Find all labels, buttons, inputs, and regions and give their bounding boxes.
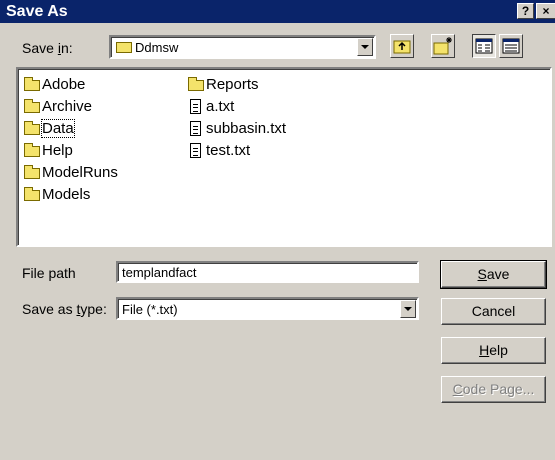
item-label: Data xyxy=(41,119,75,138)
folder-icon xyxy=(24,99,40,113)
folder-icon xyxy=(24,187,40,201)
list-item[interactable]: Archive xyxy=(22,98,92,116)
help-button[interactable]: Help xyxy=(441,337,546,364)
up-one-level-icon xyxy=(393,40,411,54)
save-button[interactable]: Save xyxy=(440,260,547,289)
help-icon: ? xyxy=(521,4,530,18)
text-file-icon xyxy=(190,143,201,158)
help-title-button[interactable]: ? xyxy=(517,3,534,19)
folder-icon xyxy=(24,165,40,179)
cancel-button[interactable]: Cancel xyxy=(441,298,546,325)
code-page-button[interactable]: Code Page... xyxy=(441,376,546,403)
current-folder: Ddmsw xyxy=(135,40,179,55)
item-label: Models xyxy=(42,186,91,203)
close-title-button[interactable]: × xyxy=(536,3,555,19)
title-bar: Save As ? × xyxy=(0,0,555,23)
item-label: ModelRuns xyxy=(42,164,118,181)
details-view-icon xyxy=(502,38,520,54)
item-label: a.txt xyxy=(206,98,235,115)
item-label: Archive xyxy=(42,98,93,115)
item-label: Reports xyxy=(206,76,259,93)
text-file-icon xyxy=(190,121,201,136)
list-item[interactable]: Models xyxy=(22,186,90,204)
folder-icon xyxy=(24,143,40,157)
list-item[interactable]: Adobe xyxy=(22,76,85,94)
list-item[interactable]: test.txt xyxy=(186,142,250,160)
list-item[interactable]: Help xyxy=(22,142,73,160)
save-as-type-value: File (*.txt) xyxy=(122,302,178,317)
list-view-icon xyxy=(475,38,493,54)
folder-icon xyxy=(24,77,40,91)
create-new-folder-button[interactable] xyxy=(431,34,455,58)
item-label: test.txt xyxy=(206,142,251,159)
create-new-folder-icon xyxy=(433,37,452,55)
list-item[interactable]: subbasin.txt xyxy=(186,120,286,138)
file-path-label: File path xyxy=(22,265,76,281)
text-file-icon xyxy=(190,99,201,114)
list-item[interactable]: Data xyxy=(22,119,75,138)
file-path-value: templandfact xyxy=(122,265,197,280)
folder-icon xyxy=(188,77,204,91)
chevron-down-icon[interactable] xyxy=(357,38,373,56)
save-in-combo[interactable]: Ddmsw xyxy=(109,35,376,59)
item-label: Help xyxy=(42,142,73,159)
close-icon: × xyxy=(542,4,550,18)
file-list[interactable]: Adobe Archive Data Help ModelRuns Models… xyxy=(16,67,552,247)
save-in-label: Save in: xyxy=(22,40,73,56)
chevron-down-icon[interactable] xyxy=(400,300,416,318)
folder-icon xyxy=(24,121,40,135)
save-as-type-select[interactable]: File (*.txt) xyxy=(116,297,419,320)
up-one-level-button[interactable] xyxy=(390,34,414,58)
save-as-type-label: Save as type: xyxy=(22,301,107,317)
list-item[interactable]: Reports xyxy=(186,76,259,94)
list-view-button[interactable] xyxy=(472,34,496,58)
list-item[interactable]: ModelRuns xyxy=(22,164,118,182)
list-item[interactable]: a.txt xyxy=(186,98,234,116)
open-folder-icon xyxy=(116,42,132,53)
details-view-button[interactable] xyxy=(499,34,523,58)
file-path-input[interactable]: templandfact xyxy=(116,261,419,283)
window-title: Save As xyxy=(6,3,68,20)
item-label: Adobe xyxy=(42,76,86,93)
item-label: subbasin.txt xyxy=(206,120,287,137)
